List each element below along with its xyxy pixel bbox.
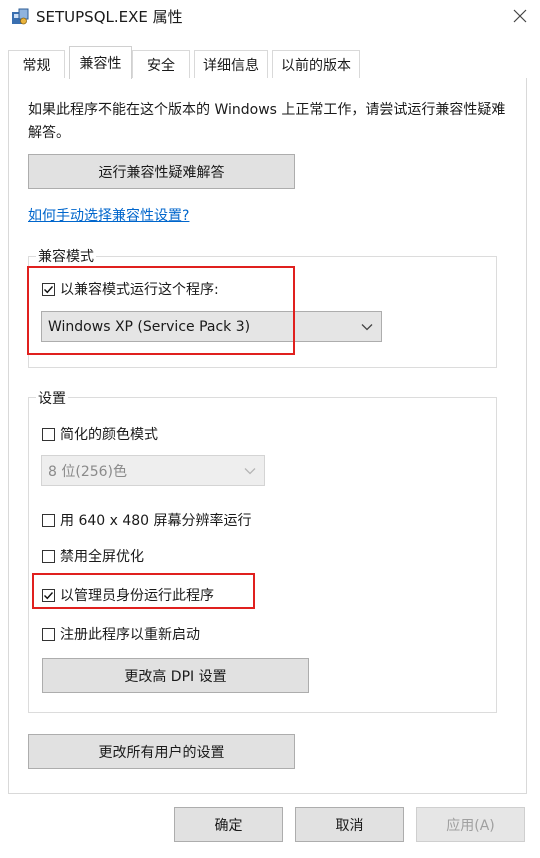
reduced-color-checkbox-row[interactable]: 简化的颜色模式: [42, 424, 158, 444]
app-icon: [11, 8, 29, 26]
change-dpi-button[interactable]: 更改高 DPI 设置: [42, 658, 309, 693]
ok-button[interactable]: 确定: [174, 807, 283, 842]
resolution-640-checkbox[interactable]: [42, 513, 55, 527]
cancel-button[interactable]: 取消: [295, 807, 404, 842]
apply-button[interactable]: 应用(A): [416, 807, 525, 842]
color-depth-select[interactable]: 8 位(256)色: [41, 455, 265, 486]
resolution-640-checkbox-label: 用 640 x 480 屏幕分辨率运行: [60, 513, 252, 529]
window-title: SETUPSQL.EXE 属性: [36, 8, 183, 26]
tab-general[interactable]: 常规: [8, 50, 65, 78]
intro-text: 如果此程序不能在这个版本的 Windows 上正常工作，请尝试运行兼容性疑难解答…: [28, 102, 506, 141]
reduced-color-checkbox[interactable]: [42, 427, 55, 441]
resolution-640-checkbox-row[interactable]: 用 640 x 480 屏幕分辨率运行: [42, 510, 252, 530]
tab-details[interactable]: 详细信息: [194, 50, 268, 78]
tab-security[interactable]: 安全: [132, 50, 190, 78]
tab-compatibility[interactable]: 兼容性: [69, 46, 132, 79]
settings-group-label: 设置: [36, 388, 68, 408]
run-as-admin-annotation-box: [32, 573, 255, 609]
close-button[interactable]: [500, 0, 540, 32]
chevron-down-icon: [361, 323, 373, 330]
reduced-color-checkbox-label: 简化的颜色模式: [60, 427, 158, 443]
manual-settings-link[interactable]: 如何手动选择兼容性设置?: [28, 205, 189, 225]
close-icon: [513, 9, 527, 23]
disable-fullscreen-checkbox[interactable]: [42, 549, 55, 563]
troubleshoot-button[interactable]: 运行兼容性疑难解答: [28, 154, 295, 189]
register-restart-checkbox-label: 注册此程序以重新启动: [60, 627, 200, 643]
register-restart-checkbox-row[interactable]: 注册此程序以重新启动: [42, 624, 200, 644]
disable-fullscreen-checkbox-row[interactable]: 禁用全屏优化: [42, 546, 144, 566]
change-all-users-button[interactable]: 更改所有用户的设置: [28, 734, 295, 769]
chevron-down-icon: [244, 467, 256, 474]
color-depth-select-value: 8 位(256)色: [48, 463, 128, 480]
register-restart-checkbox[interactable]: [42, 627, 55, 641]
compat-mode-annotation-box: [27, 266, 295, 355]
compat-mode-group-label: 兼容模式: [36, 246, 96, 266]
disable-fullscreen-checkbox-label: 禁用全屏优化: [60, 549, 144, 565]
tab-previous-versions[interactable]: 以前的版本: [272, 50, 360, 78]
